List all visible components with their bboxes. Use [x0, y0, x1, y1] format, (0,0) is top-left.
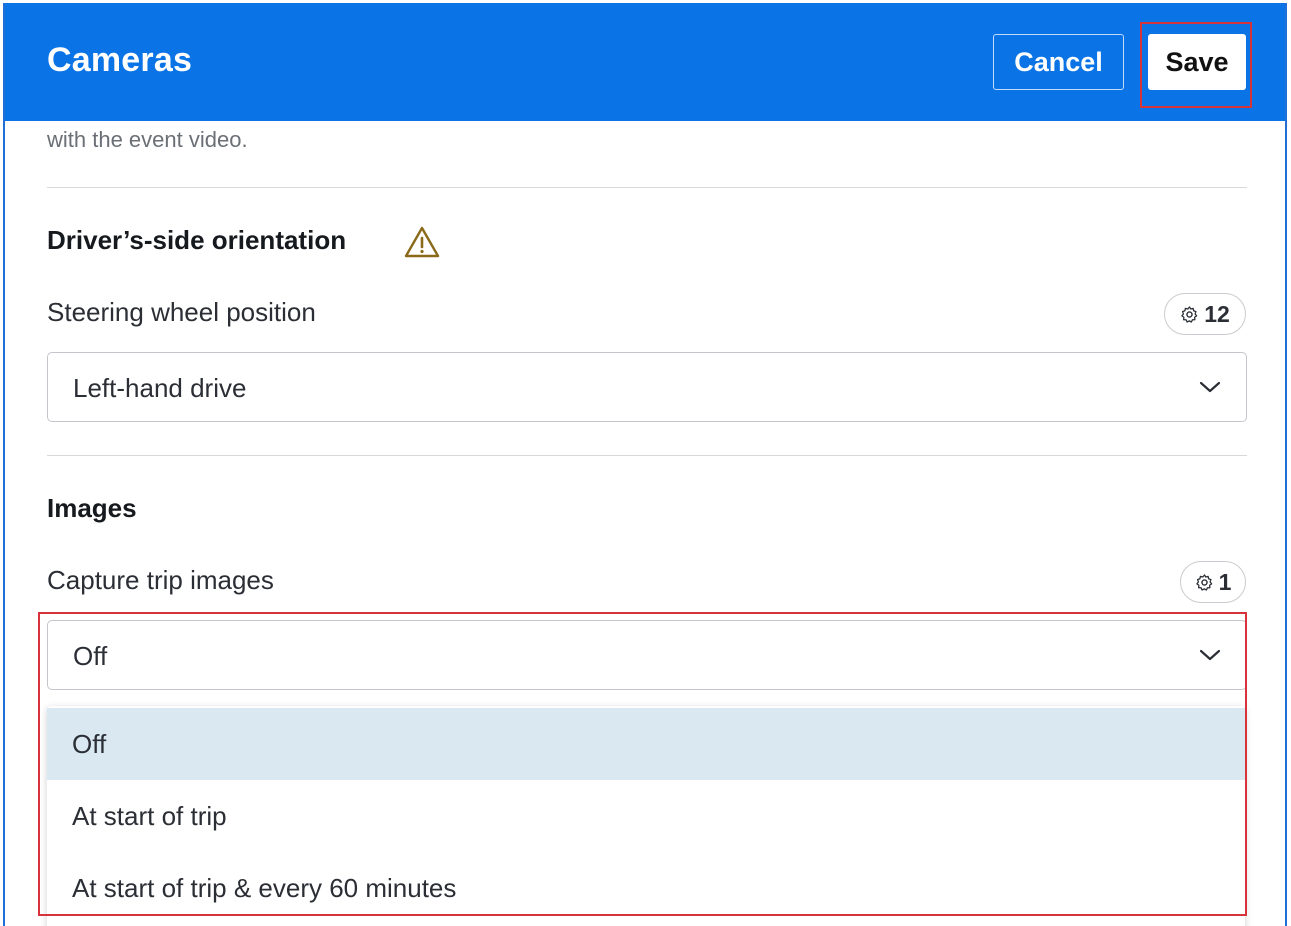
images-section-title: Images — [47, 493, 137, 523]
panel-header: Cameras Cancel Save — [5, 3, 1285, 121]
badge-count: 1 — [1218, 568, 1232, 595]
dropdown-highlight-outline — [38, 612, 1247, 916]
steering-wheel-gear-badge[interactable]: 12 — [1164, 293, 1246, 335]
warning-triangle-icon — [404, 226, 440, 258]
cancel-button[interactable]: Cancel — [993, 34, 1124, 90]
driver-side-section-title: Driver’s-side orientation — [47, 225, 347, 255]
event-video-description: with the event video. — [47, 127, 248, 152]
divider — [47, 455, 1247, 456]
page-title: Cameras — [47, 41, 193, 79]
capture-trip-images-label: Capture trip images — [47, 565, 274, 595]
steering-wheel-select[interactable]: Left-hand drive — [47, 352, 1247, 422]
divider — [47, 187, 1247, 188]
steering-wheel-label: Steering wheel position — [47, 297, 316, 327]
select-value: Left-hand drive — [73, 373, 247, 403]
badge-count: 12 — [1204, 300, 1230, 327]
chevron-down-icon — [1199, 381, 1221, 393]
cameras-panel: Cameras Cancel Save with the event video… — [3, 3, 1287, 926]
gear-icon — [1181, 305, 1198, 323]
gear-icon — [1195, 573, 1212, 591]
capture-images-gear-badge[interactable]: 1 — [1180, 561, 1246, 603]
save-button[interactable]: Save — [1148, 34, 1246, 90]
